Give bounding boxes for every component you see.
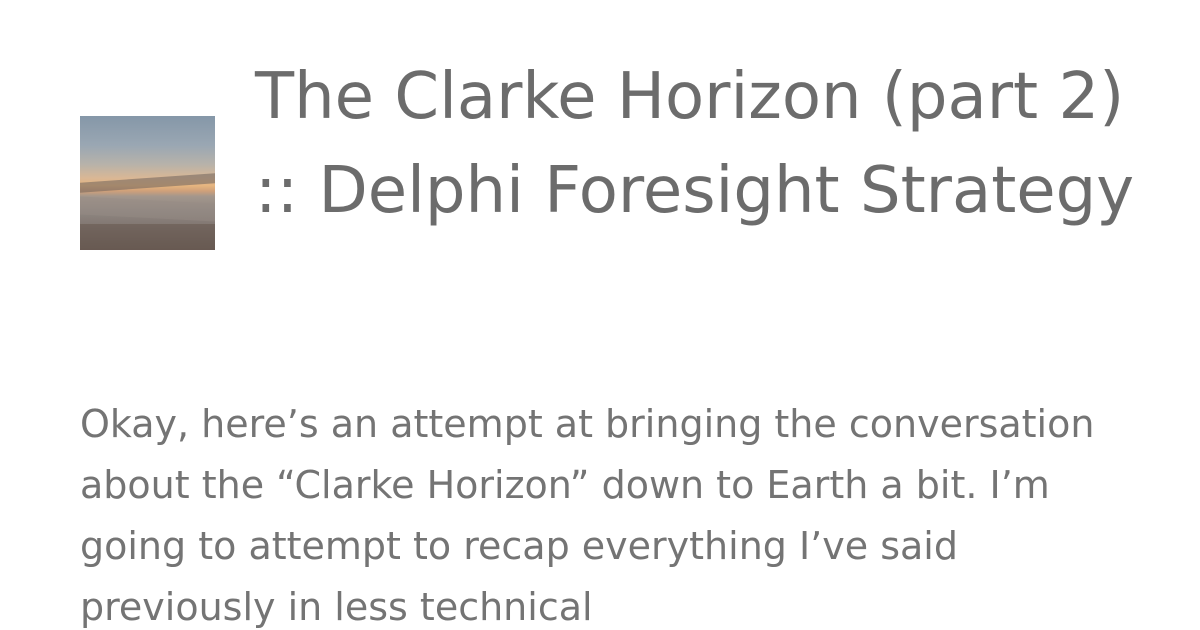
post-title[interactable]: The Clarke Horizon (part 2) :: Delphi Fo…: [255, 50, 1135, 238]
post-preview-card: The Clarke Horizon (part 2) :: Delphi Fo…: [0, 0, 1200, 630]
post-excerpt: Okay, here’s an attempt at bringing the …: [80, 402, 1095, 629]
thumbnail-ground-band: [80, 224, 215, 250]
thumbnail-cloud-band: [80, 196, 215, 222]
post-thumbnail-image[interactable]: [80, 116, 215, 250]
thumbnail-horizon-band: [80, 173, 215, 193]
